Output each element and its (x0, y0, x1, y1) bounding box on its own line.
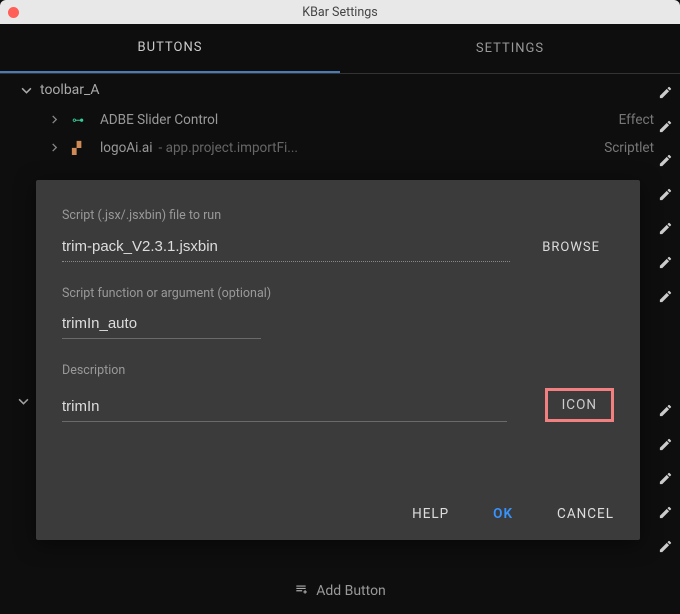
edit-icon[interactable] (650, 75, 680, 109)
window-title: KBar Settings (0, 5, 680, 20)
tab-settings[interactable]: SETTINGS (340, 24, 680, 73)
add-button-row[interactable]: Add Button (0, 582, 680, 600)
ok-button[interactable]: OK (493, 506, 513, 522)
chevron-right-icon (46, 112, 62, 128)
button-row[interactable]: ▞ logoAi.ai - app.project.importFi... Sc… (0, 134, 680, 162)
edit-icon[interactable] (650, 427, 680, 461)
add-icon (294, 582, 308, 600)
chevron-down-icon (18, 85, 34, 96)
edit-column (650, 75, 680, 563)
script-function-label: Script function or argument (optional) (62, 286, 614, 301)
edit-button-modal: Script (.jsx/.jsxbin) file to run BROWSE… (36, 180, 640, 540)
window-titlebar: KBar Settings (0, 0, 680, 24)
script-function-field: Script function or argument (optional) (62, 286, 614, 339)
slider-icon: ⊶ (72, 113, 92, 127)
browse-button[interactable]: BROWSE (528, 233, 614, 262)
edit-icon[interactable] (650, 461, 680, 495)
section-toolbar-a[interactable]: toolbar_A (0, 74, 680, 106)
chevron-right-icon (46, 140, 62, 156)
edit-icon[interactable] (650, 529, 680, 563)
description-label: Description (62, 363, 614, 378)
section-collapsed[interactable] (18, 392, 29, 411)
row-type: Effect (619, 112, 654, 128)
description-field: Description ICON (62, 363, 614, 422)
edit-icon[interactable] (650, 245, 680, 279)
cancel-button[interactable]: CANCEL (557, 506, 614, 522)
script-file-label: Script (.jsx/.jsxbin) file to run (62, 208, 614, 223)
add-button-label: Add Button (316, 583, 386, 599)
edit-icon[interactable] (650, 177, 680, 211)
edit-icon[interactable] (650, 211, 680, 245)
row-extra: - app.project.importFi... (159, 140, 298, 156)
tab-bar: BUTTONS SETTINGS (0, 24, 680, 74)
edit-icon[interactable] (650, 495, 680, 529)
edit-icon[interactable] (650, 393, 680, 427)
icon-button[interactable]: ICON (545, 388, 614, 422)
script-function-input[interactable] (62, 311, 261, 339)
script-file-field: Script (.jsx/.jsxbin) file to run BROWSE (62, 208, 614, 262)
row-type: Scriptlet (604, 140, 654, 156)
help-button[interactable]: HELP (412, 506, 449, 522)
row-label: logoAi.ai (100, 140, 153, 156)
edit-icon[interactable] (650, 279, 680, 313)
section-label: toolbar_A (40, 82, 100, 98)
edit-icon[interactable] (650, 143, 680, 177)
close-window-icon[interactable] (8, 7, 19, 18)
window-traffic-lights (8, 7, 19, 18)
row-label: ADBE Slider Control (100, 112, 218, 128)
button-row[interactable]: ⊶ ADBE Slider Control Effect (0, 106, 680, 134)
file-icon: ▞ (72, 141, 92, 155)
tab-buttons[interactable]: BUTTONS (0, 24, 340, 73)
edit-icon[interactable] (650, 109, 680, 143)
script-file-input[interactable] (62, 234, 510, 262)
modal-actions: HELP OK CANCEL (62, 482, 614, 522)
description-input[interactable] (62, 394, 507, 422)
